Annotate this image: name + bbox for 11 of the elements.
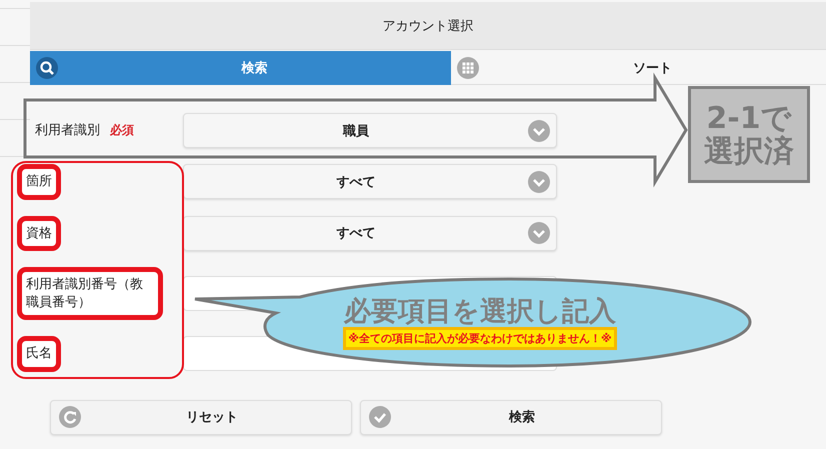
field-label: 箇所 — [17, 164, 61, 200]
field-label: 資格 — [17, 216, 61, 252]
page-title: アカウント選択 — [382, 18, 474, 34]
annotation-text: 2-1で — [706, 102, 792, 134]
callout-title: 必要項目を選択し記入 — [344, 296, 616, 328]
required-label: 必須 — [110, 122, 134, 139]
field-label: 氏名 — [17, 336, 61, 372]
annotation-text: 選択済 — [704, 134, 794, 168]
field-label: 利用者識別番号（教職員番号） — [17, 267, 163, 320]
field-label: 利用者識別 — [35, 122, 100, 140]
callout-note: ※全ての項目に記入が必要なわけではありません！※ — [343, 327, 617, 350]
